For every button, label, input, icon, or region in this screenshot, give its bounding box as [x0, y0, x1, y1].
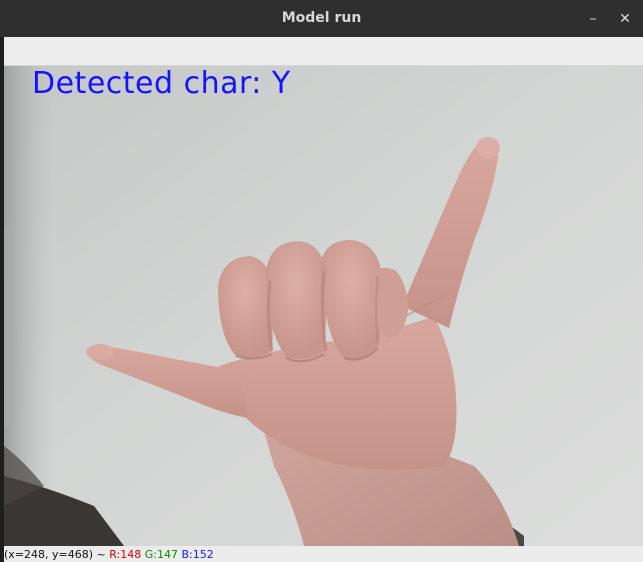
app-window: Model run – ✕ Detected char: Y (x=248, y…: [0, 0, 643, 562]
pixel-red-value: R:148: [109, 548, 142, 561]
minimize-button[interactable]: –: [582, 8, 604, 30]
pixel-green-value: G:147: [144, 548, 178, 561]
pixel-blue-value: B:152: [181, 548, 214, 561]
status-bar: (x=248, y=468) ~ R:148 G:147 B:152: [4, 546, 643, 562]
toolbar: [4, 37, 643, 66]
close-icon: ✕: [619, 11, 631, 27]
minimize-icon: –: [589, 11, 597, 27]
camera-image: [4, 66, 643, 546]
cursor-coordinates: (x=248, y=468) ~: [4, 548, 106, 561]
window-title: Model run: [281, 10, 362, 26]
detected-char-label: Detected char: Y: [32, 66, 291, 101]
camera-frame[interactable]: [4, 66, 643, 546]
close-button[interactable]: ✕: [614, 8, 636, 30]
title-bar[interactable]: Model run – ✕: [0, 0, 643, 37]
